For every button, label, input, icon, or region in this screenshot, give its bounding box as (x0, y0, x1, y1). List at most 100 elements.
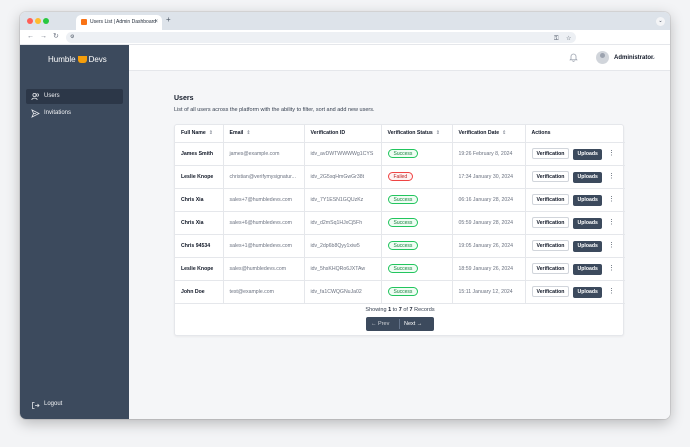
cell-actions: Verification Uploads ⋮ (524, 257, 625, 281)
key-icon[interactable]: ⚿ (554, 35, 559, 43)
table-row[interactable]: James Smith james@example.com idv_avDWTWWW… (175, 142, 625, 166)
cell-verification-date: 05:59 January 28, 2024 (451, 211, 525, 235)
sidebar-item-label: Invitations (44, 110, 72, 116)
uploads-button[interactable]: Uploads (573, 240, 602, 252)
table-row[interactable]: Chris Xia sales+6@humbledevs.com idv_d2mSq… (175, 211, 625, 235)
verification-button[interactable]: Verification (531, 147, 570, 159)
address-bar: ← → ↻ ⚙ ⚿ ☆ (20, 30, 670, 45)
column-header-email[interactable]: Email ⇕ (222, 125, 304, 143)
forward-icon[interactable]: → (40, 32, 47, 42)
sort-icon[interactable]: ⇕ (246, 130, 250, 136)
verification-button[interactable]: Verification (531, 239, 570, 251)
site-settings-icon[interactable]: ⚙ (70, 34, 74, 41)
cell-verification-status: Success (380, 188, 452, 212)
avatar[interactable] (596, 51, 609, 64)
uploads-button[interactable]: Uploads (573, 286, 602, 298)
page-title: Users (174, 95, 194, 102)
cell-email: sales+1@humbledevs.com (222, 234, 304, 258)
logout-icon (31, 401, 40, 410)
cell-full-name: Leslie Knope (175, 165, 223, 189)
uploads-button[interactable]: Uploads (573, 263, 602, 275)
uploads-button[interactable]: Uploads (573, 148, 602, 160)
browser-tab[interactable]: Users List | Admin Dashboard × (76, 15, 162, 30)
cell-actions: Verification Uploads ⋮ (524, 165, 625, 189)
more-options-icon[interactable]: ⋮ (608, 173, 615, 181)
browser-tab-bar: Users List | Admin Dashboard × + ⌄ (20, 12, 670, 30)
table-row[interactable]: Leslie Knope sales@humbledevs.com idv_5hsK… (175, 257, 625, 281)
cell-verification-status: Failed (380, 165, 452, 189)
more-options-icon[interactable]: ⋮ (608, 288, 615, 296)
tab-close-icon[interactable]: × (154, 18, 158, 26)
top-header: Administrator ⌄ (129, 45, 670, 71)
cell-email: james@example.com (222, 142, 304, 166)
table-header-row: Full Name ⇕ Email ⇕ Verification ID Verifi… (175, 125, 625, 143)
uploads-button[interactable]: Uploads (573, 194, 602, 206)
verification-button[interactable]: Verification (531, 193, 570, 205)
sidebar-item-users[interactable]: Users (26, 89, 123, 104)
cell-actions: Verification Uploads ⋮ (524, 280, 625, 304)
cell-email: test@example.com (222, 280, 304, 304)
cell-verification-date: 06:16 January 28, 2024 (451, 188, 525, 212)
column-header-verification-date[interactable]: Verification Date ⇕ (451, 125, 525, 143)
uploads-button[interactable]: Uploads (573, 171, 602, 183)
close-window-icon[interactable] (27, 18, 33, 24)
column-header-verification-status[interactable]: Verification Status ⇕ (380, 125, 452, 143)
more-options-icon[interactable]: ⋮ (608, 196, 615, 204)
verification-button[interactable]: Verification (531, 285, 570, 297)
back-icon[interactable]: ← (27, 32, 34, 42)
more-options-icon[interactable]: ⋮ (608, 242, 615, 250)
cell-verification-status: Success (380, 234, 452, 258)
verification-button[interactable]: Verification (531, 262, 570, 274)
status-badge: Failed (387, 172, 414, 181)
cell-verification-id: idv_d2mSq1HJxCj5Fh (303, 211, 381, 235)
cell-verification-date: 15:11 January 12, 2024 (451, 280, 525, 304)
table-row[interactable]: Chris 94534 sales+1@humbledevs.com idv_2dp… (175, 234, 625, 258)
status-badge: Success (387, 218, 419, 227)
sort-icon[interactable]: ⇕ (502, 130, 506, 136)
column-header-verification-id: Verification ID (303, 125, 381, 143)
minimize-window-icon[interactable] (35, 18, 41, 24)
bookmark-star-icon[interactable]: ☆ (566, 35, 571, 43)
pagination-divider (399, 319, 400, 329)
user-menu-name[interactable]: Administrator (614, 55, 653, 61)
cell-full-name: Chris Xia (175, 211, 223, 235)
more-options-icon[interactable]: ⋮ (608, 150, 615, 158)
cell-actions: Verification Uploads ⋮ (524, 188, 625, 212)
cell-verification-date: 17:34 January 30, 2024 (451, 165, 525, 189)
url-input[interactable]: ⚙ ⚿ ☆ (66, 32, 576, 43)
verification-button[interactable]: Verification (531, 216, 570, 228)
cell-verification-date: 19:05 January 26, 2024 (451, 234, 525, 258)
tab-search-button[interactable]: ⌄ (656, 17, 665, 26)
table-row[interactable]: Chris Xia sales+7@humbledevs.com idv_7Y1ES… (175, 188, 625, 212)
column-header-full-name[interactable]: Full Name ⇕ (175, 125, 223, 143)
next-page-button[interactable]: Next → (404, 317, 422, 331)
cell-verification-date: 18:59 January 26, 2024 (451, 257, 525, 281)
cell-verification-id: idv_5hsKHQRo6JXTAw (303, 257, 381, 281)
reload-icon[interactable]: ↻ (53, 32, 59, 42)
browser-window: Users List | Admin Dashboard × + ⌄ ← → ↻… (20, 12, 670, 419)
logout-button[interactable]: Logout (26, 398, 123, 412)
table-row[interactable]: Leslie Knope christian@verifymysignatur..… (175, 165, 625, 189)
sidebar-item-invitations[interactable]: Invitations (26, 106, 123, 121)
table-row[interactable]: John Doe test@example.com idv_fa1CWQGNuJa0… (175, 280, 625, 304)
status-badge: Success (387, 287, 419, 296)
sidebar-item-label: Users (44, 93, 60, 99)
paper-plane-icon (31, 109, 40, 118)
new-tab-button[interactable]: + (166, 15, 171, 25)
brand-left: Humble (48, 55, 76, 64)
more-options-icon[interactable]: ⋮ (608, 219, 615, 227)
verification-button[interactable]: Verification (531, 170, 570, 182)
cell-email: sales@humbledevs.com (222, 257, 304, 281)
uploads-button[interactable]: Uploads (573, 217, 602, 229)
status-badge: Success (387, 149, 419, 158)
chevron-down-icon[interactable]: ⌄ (651, 54, 656, 62)
notifications-bell-icon[interactable] (569, 52, 578, 64)
more-options-icon[interactable]: ⋮ (608, 265, 615, 273)
maximize-window-icon[interactable] (43, 18, 49, 24)
brand-logo[interactable]: Humble Devs (48, 55, 107, 64)
cell-verification-status: Success (380, 211, 452, 235)
prev-page-button[interactable]: ← Prev (371, 317, 389, 331)
sort-icon[interactable]: ⇕ (436, 130, 440, 136)
cell-full-name: Chris Xia (175, 188, 223, 212)
sort-icon[interactable]: ⇕ (209, 130, 213, 136)
